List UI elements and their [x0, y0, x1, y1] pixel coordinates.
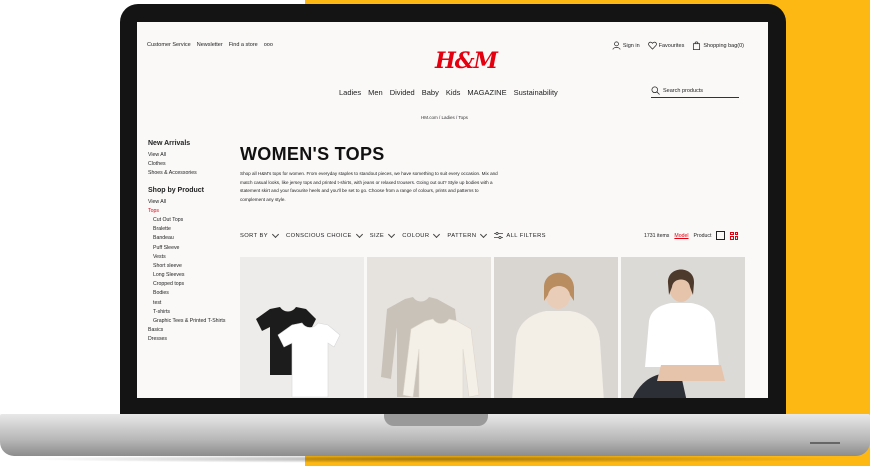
conscious-choice-label: CONSCIOUS CHOICE — [286, 232, 352, 239]
product-card[interactable] — [621, 257, 745, 398]
favourites-link[interactable]: Favourites — [647, 41, 685, 50]
sign-in-link[interactable]: Sign in — [612, 41, 640, 50]
heart-icon — [647, 41, 657, 50]
product-card[interactable] — [240, 257, 364, 398]
conscious-choice-dropdown[interactable]: CONSCIOUS CHOICE — [286, 230, 363, 239]
view-controls: 1731 items Model Product — [644, 231, 739, 240]
search-icon — [651, 86, 660, 95]
product-image-long-sleeve-tops — [381, 297, 480, 398]
nav-kids[interactable]: Kids — [446, 88, 461, 97]
sidebar-item-puff-sleeve[interactable]: Puff Sleeve — [148, 244, 238, 253]
browser-screen: Customer Service Newsletter Find a store… — [137, 22, 768, 398]
newsletter-link[interactable]: Newsletter — [197, 42, 223, 48]
sidebar-item-t-shirts[interactable]: T-shirts — [148, 308, 238, 317]
single-column-icon[interactable] — [716, 231, 726, 240]
nav-baby[interactable]: Baby — [422, 88, 439, 97]
nav-sustainability[interactable]: Sustainability — [514, 88, 558, 97]
search-input[interactable]: Search products — [651, 84, 739, 98]
sidebar-item-graphic-tees[interactable]: Graphic Tees & Printed T-Shirts — [148, 317, 238, 326]
pattern-label: PATTERN — [447, 232, 477, 239]
shopping-bag-link[interactable]: Shopping bag(0) — [692, 41, 744, 50]
sort-by-dropdown[interactable]: SORT BY — [240, 230, 280, 239]
sidebar-item-basics[interactable]: Basics — [148, 326, 238, 335]
filter-bar: SORT BY CONSCIOUS CHOICE SIZE COLOUR PAT… — [240, 230, 546, 239]
sidebar-item-view-all-products[interactable]: View All — [148, 198, 238, 207]
more-link[interactable]: ooo — [264, 42, 273, 48]
laptop-shadow — [20, 455, 850, 463]
description-line: statement skirt and your favourite heels… — [240, 188, 479, 193]
product-image-black-white-tees — [256, 307, 341, 398]
nav-men[interactable]: Men — [368, 88, 383, 97]
sidebar-item-vests[interactable]: Vests — [148, 253, 238, 262]
product-grid — [240, 257, 745, 398]
page-title: WOMEN'S TOPS — [240, 144, 385, 164]
sort-by-label: SORT BY — [240, 232, 269, 239]
sidebar: New Arrivals View All Clothes Shoes & Ac… — [148, 140, 238, 345]
new-arrivals-heading: New Arrivals — [148, 140, 191, 147]
chevron-down-icon — [355, 230, 363, 239]
sidebar-item-clothes[interactable]: Clothes — [148, 160, 238, 169]
chevron-down-icon — [480, 230, 488, 239]
sidebar-item-long-sleeves[interactable]: Long Sleeves — [148, 271, 238, 280]
user-icon — [612, 41, 621, 50]
nav-ladies[interactable]: Ladies — [339, 88, 361, 97]
customer-service-link[interactable]: Customer Service — [147, 42, 191, 48]
sidebar-item-bandeau[interactable]: Bandeau — [148, 234, 238, 243]
model-view-toggle[interactable]: Model — [674, 233, 688, 239]
sidebar-item-shoes-accessories[interactable]: Shoes & Accessories — [148, 169, 238, 178]
shop-by-product-heading: Shop by Product — [148, 186, 204, 194]
chevron-down-icon — [388, 230, 396, 239]
laptop-notch — [384, 414, 488, 426]
product-card[interactable] — [367, 257, 491, 398]
shopping-bag-label: Shopping bag(0) — [703, 42, 744, 49]
description-line: match casual looks, like jersey tops and… — [240, 179, 493, 185]
chevron-down-icon — [272, 230, 280, 239]
find-store-link[interactable]: Find a store — [229, 42, 258, 48]
description-line: Shop all H&M's tops for women. From ever… — [240, 171, 498, 176]
grid-view-icon[interactable] — [730, 231, 739, 240]
product-image-white-tee-model — [632, 269, 725, 398]
filter-icon — [494, 232, 504, 239]
nav-divided[interactable]: Divided — [390, 88, 415, 97]
page-description: Shop all H&M's tops for women. From ever… — [240, 170, 540, 204]
product-view-toggle[interactable]: Product — [694, 233, 712, 239]
item-count: 1731 items — [644, 232, 670, 239]
breadcrumb: HM.com / Ladies / Tops — [421, 115, 468, 120]
sidebar-item-test[interactable]: test — [148, 299, 238, 308]
search-placeholder: Search products — [663, 87, 704, 94]
colour-dropdown[interactable]: COLOUR — [402, 230, 441, 239]
sidebar-item-cropped-tops[interactable]: Cropped tops — [148, 280, 238, 289]
all-filters-label: ALL FILTERS — [506, 232, 546, 239]
sidebar-item-short-sleeve[interactable]: Short sleeve — [148, 262, 238, 271]
hm-logo[interactable]: H&M — [435, 48, 498, 74]
utility-links: Customer Service Newsletter Find a store… — [147, 42, 273, 48]
product-card[interactable] — [494, 257, 618, 398]
sidebar-item-bodies[interactable]: Bodies — [148, 289, 238, 298]
colour-label: COLOUR — [402, 232, 430, 239]
sidebar-item-dresses[interactable]: Dresses — [148, 335, 238, 344]
product-image-cream-sweater-model — [512, 272, 604, 398]
laptop-indicator — [810, 442, 840, 444]
size-label: SIZE — [369, 232, 385, 239]
account-links: Sign in Favourites Shopping bag(0) — [612, 41, 744, 50]
sidebar-item-view-all[interactable]: View All — [148, 151, 238, 160]
all-filters-button[interactable]: ALL FILTERS — [494, 232, 546, 239]
sidebar-item-tops[interactable]: Tops — [148, 207, 238, 216]
favourites-label: Favourites — [658, 42, 685, 49]
main-nav: Ladies Men Divided Baby Kids MAGAZINE Su… — [339, 88, 558, 97]
bag-icon — [693, 41, 701, 50]
description-line: complement any style. — [240, 196, 286, 202]
nav-magazine[interactable]: MAGAZINE — [467, 88, 506, 97]
sign-in-label: Sign in — [622, 42, 640, 49]
size-dropdown[interactable]: SIZE — [369, 230, 396, 239]
chevron-down-icon — [433, 230, 441, 239]
sidebar-item-bralette[interactable]: Bralette — [148, 225, 238, 234]
laptop-base — [0, 414, 870, 456]
pattern-dropdown[interactable]: PATTERN — [447, 230, 488, 239]
sidebar-item-cut-out-tops[interactable]: Cut Out Tops — [148, 216, 238, 225]
